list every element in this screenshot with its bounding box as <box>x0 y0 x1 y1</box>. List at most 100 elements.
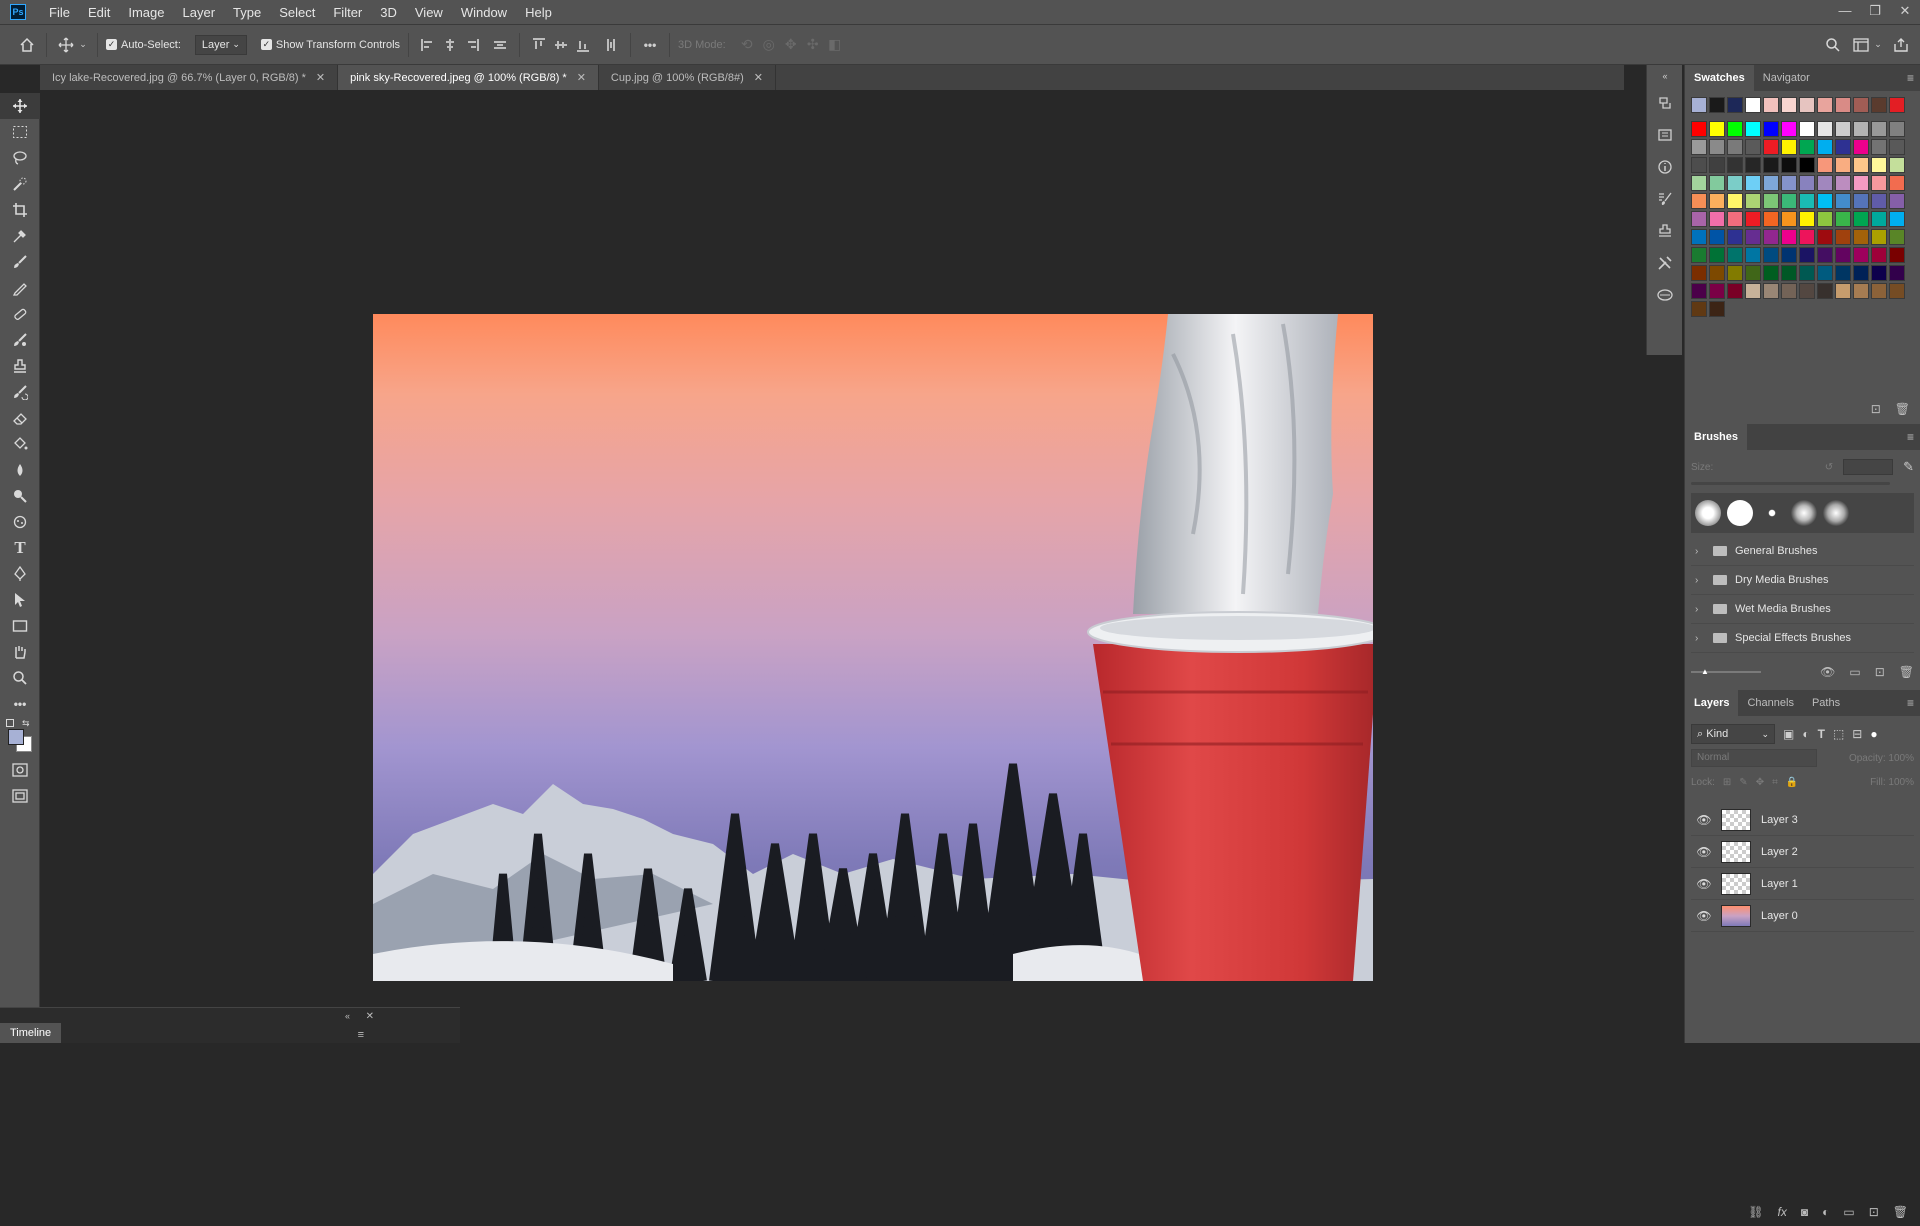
chevron-down-icon[interactable]: ⌄ <box>1872 34 1884 56</box>
swatch[interactable] <box>1835 229 1851 245</box>
clone-stamp-tool-icon[interactable] <box>0 353 40 379</box>
tab-channels[interactable]: Channels <box>1738 690 1802 716</box>
swatch[interactable] <box>1763 229 1779 245</box>
swatch[interactable] <box>1817 97 1833 113</box>
swatch[interactable] <box>1889 247 1905 263</box>
align-left-icon[interactable] <box>417 34 439 56</box>
swatch[interactable] <box>1745 265 1761 281</box>
menu-edit[interactable]: Edit <box>79 0 119 25</box>
swatch[interactable] <box>1763 211 1779 227</box>
toggle-preview-icon[interactable]: 👁 <box>1820 665 1835 679</box>
swatch[interactable] <box>1799 229 1815 245</box>
swatch[interactable] <box>1799 121 1815 137</box>
swatch[interactable] <box>1781 247 1797 263</box>
layer-row[interactable]: 👁 Layer 1 <box>1691 868 1914 900</box>
swatch[interactable] <box>1889 97 1905 113</box>
swatch[interactable] <box>1871 97 1887 113</box>
swatch[interactable] <box>1871 283 1887 299</box>
swatch[interactable] <box>1889 121 1905 137</box>
link-layers-icon[interactable]: ⛓ <box>1748 1205 1763 1219</box>
history-brush-tool-icon[interactable] <box>0 379 40 405</box>
swatch[interactable] <box>1871 247 1887 263</box>
pen-tool-icon[interactable] <box>0 561 40 587</box>
swatch[interactable] <box>1727 265 1743 281</box>
menu-view[interactable]: View <box>406 0 452 25</box>
pencil-tool-icon[interactable] <box>0 275 40 301</box>
eraser-tool-icon[interactable] <box>0 405 40 431</box>
swatch[interactable] <box>1871 121 1887 137</box>
swatch[interactable] <box>1853 211 1869 227</box>
swatch[interactable] <box>1817 247 1833 263</box>
brush-tool-icon[interactable] <box>0 249 40 275</box>
timeline-tab[interactable]: Timeline <box>0 1023 62 1043</box>
close-icon[interactable]: ✕ <box>754 71 763 84</box>
filter-toggle-icon[interactable]: ● <box>1870 727 1877 741</box>
auto-select-target-dropdown[interactable]: Layer ⌄ <box>194 34 247 55</box>
swatch[interactable] <box>1709 229 1725 245</box>
swatch[interactable] <box>1691 211 1707 227</box>
lock-all-icon[interactable]: 🔒 <box>1786 777 1798 788</box>
new-group-icon[interactable]: ▭ <box>1843 1205 1854 1219</box>
zoom-tool-icon[interactable] <box>0 665 40 691</box>
swatch[interactable] <box>1799 139 1815 155</box>
swatch[interactable] <box>1853 283 1869 299</box>
swatch[interactable] <box>1727 157 1743 173</box>
swatch[interactable] <box>1835 247 1851 263</box>
lock-position-icon[interactable]: ✥ <box>1756 777 1764 788</box>
tab-navigator[interactable]: Navigator <box>1754 65 1819 91</box>
swatch[interactable] <box>1763 97 1779 113</box>
align-middle-icon[interactable] <box>550 34 572 56</box>
share-icon[interactable] <box>1890 34 1912 56</box>
move-tool-icon[interactable] <box>55 34 77 56</box>
swatch[interactable] <box>1871 157 1887 173</box>
swatch[interactable] <box>1781 265 1797 281</box>
visibility-eye-icon[interactable]: 👁 <box>1691 909 1717 923</box>
swatch[interactable] <box>1889 175 1905 191</box>
swatch[interactable] <box>1781 211 1797 227</box>
distribute-icon[interactable] <box>489 34 511 56</box>
swatch[interactable] <box>1853 265 1869 281</box>
brush-size-slider[interactable] <box>1691 482 1890 485</box>
swatch[interactable] <box>1889 139 1905 155</box>
path-selection-tool-icon[interactable] <box>0 587 40 613</box>
tool-presets-icon[interactable] <box>1647 247 1683 279</box>
screen-mode-icon[interactable] <box>0 783 40 809</box>
shape-filter-icon[interactable]: ⬚ <box>1833 727 1844 741</box>
swatch[interactable] <box>1889 193 1905 209</box>
add-mask-icon[interactable]: ◙ <box>1801 1205 1808 1219</box>
healing-brush-tool-icon[interactable] <box>0 301 40 327</box>
swatch[interactable] <box>1835 283 1851 299</box>
show-transform-controls-checkbox[interactable]: ✓ Show Transform Controls <box>260 39 400 51</box>
swatch[interactable] <box>1727 175 1743 191</box>
swatch[interactable] <box>1853 121 1869 137</box>
document-tab[interactable]: Cup.jpg @ 100% (RGB/8#) ✕ <box>598 65 776 90</box>
document-canvas[interactable] <box>373 314 1373 981</box>
collapse-icon[interactable]: « <box>1647 65 1683 87</box>
document-tab-active[interactable]: pink sky-Recovered.jpeg @ 100% (RGB/8) *… <box>338 65 599 90</box>
layer-row[interactable]: 👁 Layer 2 <box>1691 836 1914 868</box>
swatch[interactable] <box>1709 265 1725 281</box>
edit-toolbar-icon[interactable]: ••• <box>0 691 40 717</box>
swatch[interactable] <box>1709 301 1725 317</box>
swatch[interactable] <box>1781 229 1797 245</box>
restore-button[interactable]: ❐ <box>1860 0 1890 25</box>
swatch[interactable] <box>1871 139 1887 155</box>
layer-kind-filter[interactable]: ⌕ Kind ⌄ <box>1691 724 1775 744</box>
brush-preset[interactable] <box>1791 500 1817 526</box>
swatch[interactable] <box>1691 193 1707 209</box>
swatch[interactable] <box>1799 247 1815 263</box>
swatch[interactable] <box>1727 247 1743 263</box>
visibility-eye-icon[interactable]: 👁 <box>1691 845 1717 859</box>
chevron-down-icon[interactable]: ⌄ <box>77 34 89 56</box>
swatch[interactable] <box>1817 193 1833 209</box>
swatch[interactable] <box>1727 121 1743 137</box>
new-swatch-icon[interactable]: ⊡ <box>1871 402 1881 416</box>
brush-group-dry-media[interactable]: › Dry Media Brushes <box>1691 566 1914 595</box>
libraries-icon[interactable] <box>1647 279 1683 311</box>
thumbnail-size-slider[interactable]: ▲ <box>1691 667 1761 676</box>
clone-source-icon[interactable] <box>1647 215 1683 247</box>
swatch[interactable] <box>1871 211 1887 227</box>
menu-window[interactable]: Window <box>452 0 516 25</box>
swatch[interactable] <box>1817 211 1833 227</box>
tab-brushes[interactable]: Brushes <box>1685 424 1748 450</box>
